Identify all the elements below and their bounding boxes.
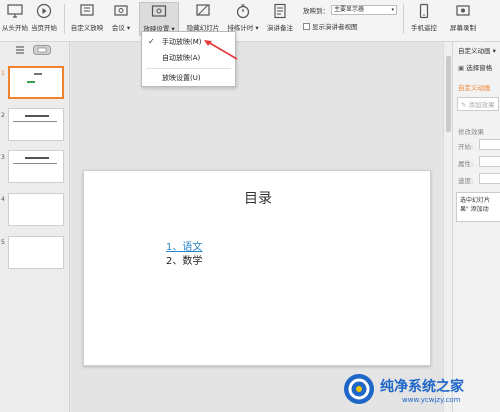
watermark-title: 纯净系统之家 [380, 379, 464, 395]
speed-select[interactable] [479, 173, 500, 184]
hint-text: 果" 添加动 [460, 206, 489, 213]
panel-header[interactable]: 自定义动画 ▾ [458, 45, 496, 55]
show-on-row: 放映到： 主要显示器 ▾ [303, 5, 397, 15]
slide-thumbnail-1[interactable] [8, 66, 64, 99]
slide-thumbnail-4[interactable] [8, 193, 64, 226]
hide-slide-icon [196, 4, 210, 16]
add-effect-button[interactable]: ✎ 添加效果 [457, 97, 499, 111]
screen-record-icon [456, 5, 470, 16]
start-select[interactable] [479, 139, 500, 150]
animation-list[interactable]: 选中幻灯片 果" 添加动 [456, 192, 500, 222]
screen-record-button[interactable]: 屏幕录制 [447, 2, 479, 36]
hint-text: 选中幻灯片 [460, 197, 491, 204]
meeting-icon [114, 5, 128, 16]
screen-record-label: 屏幕录制 [450, 24, 476, 32]
slide-thumbnail-panel: 1 2 3 4 5 [0, 42, 70, 412]
speaker-notes-button[interactable]: 演讲备注 [264, 2, 296, 36]
slide-item-hyperlink[interactable]: 1、语文 [166, 238, 202, 253]
presenter-view-label: 显示演讲者视图 [312, 23, 358, 31]
slide-title[interactable]: 目录 [84, 188, 432, 208]
play-current-label: 当页开始 [31, 24, 57, 32]
selection-pane-link[interactable]: ▣ 选择窗格 [458, 62, 492, 72]
slide-number: 2 [1, 112, 5, 119]
modify-effect-label: 修改效果 [458, 128, 484, 136]
meeting-label: 会议 ▾ [111, 24, 131, 32]
meeting-button[interactable]: 会议 ▾ [108, 2, 134, 36]
slide-view-icon[interactable] [33, 45, 51, 55]
annotation-arrow-icon [204, 40, 238, 60]
monitor-play-icon [7, 4, 23, 18]
watermark-logo-icon [344, 374, 374, 404]
custom-show-icon [80, 4, 94, 16]
section-title: 自定义动画 [458, 84, 491, 92]
menu-divider [146, 68, 231, 69]
slide-thumbnail-2[interactable] [8, 108, 64, 141]
scrollbar-thumb[interactable] [446, 56, 451, 132]
play-from-start-button[interactable]: 从头开始 [2, 2, 28, 36]
play-circle-icon [36, 3, 52, 19]
selection-pane-icon: ▣ [458, 64, 465, 72]
property-select[interactable] [479, 156, 500, 167]
slide-thumbnail-5[interactable] [8, 236, 64, 269]
slide-number: 4 [1, 196, 5, 203]
slide-number: 1 [1, 70, 5, 77]
current-slide[interactable]: 目录 1、语文 2、数学 [83, 170, 431, 366]
custom-show-label: 自定义放映 [70, 24, 104, 32]
vertical-scrollbar[interactable] [443, 42, 452, 412]
play-from-start-label: 从头开始 [2, 24, 28, 32]
ribbon-divider [64, 4, 65, 34]
phone-remote-label: 手机遥控 [411, 24, 437, 32]
ribbon-divider [403, 4, 404, 34]
slide-thumbnail-3[interactable] [8, 150, 64, 183]
slide-item[interactable]: 2、数学 [166, 252, 202, 267]
notes-icon [274, 3, 286, 19]
phone-remote-icon [419, 3, 429, 19]
show-on-label: 放映到： [303, 7, 329, 15]
start-label: 开始: [458, 143, 474, 151]
phone-remote-button[interactable]: 手机遥控 [408, 2, 440, 36]
watermark-url: www.ycwjzy.com [402, 396, 461, 404]
speed-label: 速度: [458, 177, 474, 185]
watermark: 纯净系统之家 www.ycwjzy.com [336, 368, 500, 412]
timer-icon [236, 4, 250, 19]
presenter-view-checkbox[interactable] [303, 22, 310, 30]
outline-view-icon[interactable] [15, 45, 25, 55]
slide-number: 3 [1, 154, 5, 161]
custom-show-button[interactable]: 自定义放映 [68, 2, 106, 36]
show-settings-item[interactable]: 放映设置(U) [142, 72, 235, 84]
speaker-notes-label: 演讲备注 [267, 24, 293, 32]
property-label: 属性: [458, 160, 474, 168]
show-settings-icon [151, 5, 167, 17]
play-current-button[interactable]: 当页开始 [29, 2, 59, 36]
presenter-view-row[interactable]: 显示演讲者视图 [303, 21, 358, 31]
slide-number: 5 [1, 239, 5, 246]
pencil-icon: ✎ [461, 101, 467, 109]
ribbon-toolbar: 从头开始 当页开始 自定义放映 会议 ▾ 放映设置 ▾ 隐藏幻灯片 排练计时 ▾… [0, 0, 500, 42]
show-on-select[interactable]: 主要显示器 ▾ [331, 5, 397, 15]
custom-animation-panel: 自定义动画 ▾ ▣ 选择窗格 自定义动画 ✎ 添加效果 修改效果 开始: 属性:… [452, 42, 500, 412]
